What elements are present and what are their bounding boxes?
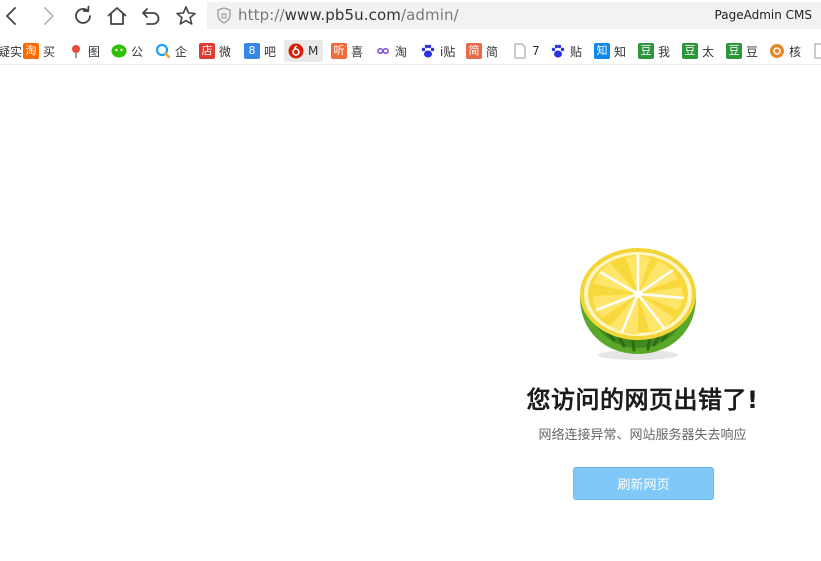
shop-icon: 店 <box>199 43 215 59</box>
bookmark-label: 喜 <box>351 44 364 59</box>
bookmark-label: 7 <box>532 44 540 58</box>
bookmark-item[interactable]: 豆豆 <box>726 40 758 62</box>
bookmark-item[interactable]: 店微 <box>199 40 231 62</box>
bookmark-item[interactable] <box>812 40 821 62</box>
bookmark-label: 淘 <box>395 44 408 59</box>
wechat-icon <box>111 43 127 59</box>
bookmark-label: 贴 <box>570 44 583 59</box>
bookmark-item[interactable]: 简简 <box>466 40 498 62</box>
address-bar[interactable]: http://www.pb5u.com/admin/ PageAdmin CMS <box>207 2 821 29</box>
forward-button[interactable] <box>36 4 60 28</box>
document-icon <box>812 43 821 59</box>
error-title: 您访问的网页出错了! <box>526 386 759 414</box>
bookmark-item[interactable]: 公 <box>111 40 143 62</box>
zhihu-icon: 知 <box>594 43 610 59</box>
home-button[interactable] <box>105 4 129 28</box>
chevron-left-icon <box>6 7 16 25</box>
bookmark-label: M <box>308 44 319 58</box>
url-text[interactable]: http://www.pb5u.com/admin/ <box>238 6 459 25</box>
bookmark-item[interactable]: 7 <box>512 40 540 62</box>
favorite-button[interactable] <box>174 4 198 28</box>
orange-circle-icon <box>769 43 785 59</box>
home-icon <box>107 7 127 25</box>
refresh-page-button[interactable]: 刷新网页 <box>573 467 714 500</box>
bookmark-item[interactable]: i贴 <box>420 40 455 62</box>
page-title: PageAdmin CMS <box>714 8 812 22</box>
infinity-icon <box>375 43 391 59</box>
bookmark-label: 吧 <box>264 44 277 59</box>
bookmark-item[interactable]: 豆太 <box>682 40 714 62</box>
bookmark-item[interactable]: M <box>284 40 324 62</box>
browser-toolbar: http://www.pb5u.com/admin/ PageAdmin CMS <box>0 0 821 32</box>
reload-button[interactable] <box>71 4 95 28</box>
undo-button[interactable] <box>139 4 163 28</box>
douban-icon: 豆 <box>682 43 698 59</box>
map-pin-icon <box>68 43 84 59</box>
bookmark-label: i贴 <box>440 44 456 59</box>
bookmark-item[interactable]: 淘 <box>375 40 407 62</box>
bookmark-label: 买 <box>43 44 56 59</box>
bookmark-label: 太 <box>702 44 715 59</box>
bookmark-item[interactable]: 淘买 <box>23 40 55 62</box>
bookmark-label: 微 <box>219 44 232 59</box>
bookmark-label: 豆 <box>746 44 759 59</box>
shield-icon[interactable] <box>216 7 232 24</box>
douban-icon: 豆 <box>726 43 742 59</box>
document-icon <box>512 43 528 59</box>
url-protocol: http:// <box>238 6 285 24</box>
undo-icon <box>142 8 160 25</box>
bookmark-item[interactable]: 核 <box>769 40 801 62</box>
error-subtitle: 网络连接异常、网站服务器失去响应 <box>538 428 747 443</box>
bookmark-label: 企 <box>175 44 188 59</box>
bookmark-label: 公 <box>131 44 144 59</box>
bookmarks-bar: 疑实淘买图公企店微 8 吧 M 听喜淘 i贴简简 7 贴知知豆我豆太豆豆核 <box>0 37 821 65</box>
douban-icon: 豆 <box>638 43 654 59</box>
baidu-paw-icon <box>420 43 436 59</box>
bookmark-item[interactable]: 贴 <box>550 40 582 62</box>
melon-logo-icon <box>580 248 696 360</box>
bookmark-item[interactable]: 疑实 <box>0 40 22 62</box>
netease-music-icon <box>288 43 304 59</box>
bookmark-label: 疑实 <box>0 44 23 59</box>
url-path: /admin/ <box>400 6 459 24</box>
bookmark-label: 知 <box>614 44 627 59</box>
bookmark-item[interactable]: 企 <box>155 40 187 62</box>
bookmark-item[interactable]: 知知 <box>594 40 626 62</box>
qq-search-icon <box>155 43 171 59</box>
url-host: www.pb5u.com <box>284 6 401 24</box>
bookmark-label: 简 <box>486 44 499 59</box>
reload-icon <box>75 5 91 24</box>
taobao-icon: 淘 <box>23 43 39 59</box>
jianshu-icon: 简 <box>466 43 482 59</box>
ximalaya-icon: 听 <box>331 43 347 59</box>
bookmark-label: 核 <box>789 44 802 59</box>
back-button[interactable] <box>0 4 24 28</box>
baidu-paw-icon <box>550 43 566 59</box>
tieba-icon: 8 <box>244 43 260 59</box>
bookmark-label: 图 <box>88 44 101 59</box>
bookmark-label: 我 <box>658 44 671 59</box>
bookmark-item[interactable]: 8吧 <box>244 40 276 62</box>
bookmark-item[interactable]: 豆我 <box>638 40 670 62</box>
star-icon <box>176 6 196 25</box>
chevron-right-icon <box>44 7 54 25</box>
error-panel: 您访问的网页出错了! 网络连接异常、网站服务器失去响应 刷新网页 <box>500 240 785 510</box>
bookmark-item[interactable]: 图 <box>68 40 100 62</box>
bookmark-item[interactable]: 听喜 <box>331 40 363 62</box>
